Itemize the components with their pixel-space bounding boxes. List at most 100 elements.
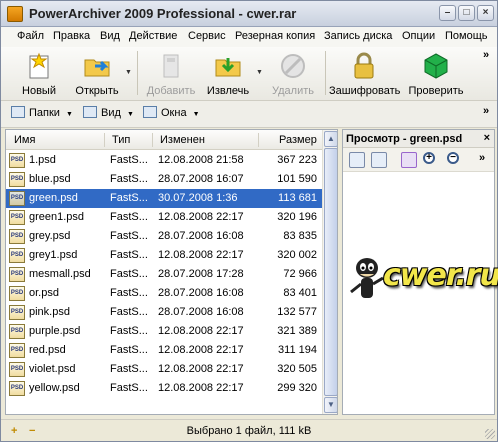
minimize-button[interactable]: – — [439, 5, 456, 21]
open-dropdown-arrow[interactable]: ▼ — [125, 69, 132, 76]
file-type-cell: FastS... — [110, 173, 148, 185]
open-folder-icon — [84, 59, 110, 77]
table-row[interactable]: PSD pink.psd FastS... 28.07.2008 16:08 132 5… — [6, 303, 322, 322]
file-modified-cell: 28.07.2008 16:08 — [158, 230, 244, 242]
preview-close-button[interactable]: × — [484, 132, 490, 144]
file-size-cell: 320 196 — [277, 211, 317, 223]
preview-pane: Просмотр - green.psd × + − » cwer.ru — [342, 129, 498, 415]
app-window: PowerArchiver 2009 Professional - cwer.r… — [0, 0, 498, 442]
file-name-cell: mesmall.psd — [29, 268, 91, 280]
delete-button[interactable]: Удалить — [265, 49, 321, 99]
menu-tools[interactable]: Сервис — [188, 30, 226, 42]
scroll-up-button[interactable]: ▲ — [324, 131, 337, 147]
new-button[interactable]: Новый — [15, 49, 63, 99]
file-size-cell: 72 966 — [283, 268, 317, 280]
toolbar-separator — [137, 51, 138, 95]
menu-file[interactable]: Файл — [17, 30, 44, 42]
column-divider[interactable] — [104, 133, 105, 147]
column-header-name[interactable]: Имя — [14, 134, 35, 146]
psd-file-icon: PSD — [9, 229, 25, 244]
encrypt-button[interactable]: Зашифровать — [329, 49, 401, 99]
menu-action[interactable]: Действие — [129, 30, 177, 42]
table-row[interactable]: PSD grey.psd FastS... 28.07.2008 16:08 83 83… — [6, 227, 322, 246]
zoom-in-icon[interactable]: + — [423, 152, 435, 164]
file-name-cell: green1.psd — [29, 211, 85, 223]
file-name-cell: yellow.psd — [29, 382, 80, 394]
image-properties-icon[interactable] — [349, 152, 365, 168]
verify-label: Проверить — [408, 85, 464, 97]
menu-bar: Файл Правка Вид Действие Сервис Резерная… — [1, 27, 497, 47]
vertical-scrollbar[interactable]: ▲ ▼ — [322, 130, 337, 414]
view-toolbar-overflow-chevron[interactable]: » — [483, 105, 489, 117]
add-button[interactable]: Добавить — [143, 49, 199, 99]
folders-icon — [11, 106, 25, 118]
encrypt-label: Зашифровать — [329, 85, 401, 97]
column-divider[interactable] — [152, 133, 153, 147]
maximize-button[interactable]: □ — [458, 5, 475, 21]
table-row[interactable]: PSD violet.psd FastS... 12.08.2008 22:17 320… — [6, 360, 322, 379]
file-size-cell: 83 835 — [283, 230, 317, 242]
file-modified-cell: 12.08.2008 22:17 — [158, 382, 244, 394]
table-row[interactable]: PSD or.psd FastS... 28.07.2008 16:08 83 401 — [6, 284, 322, 303]
table-row[interactable]: PSD blue.psd FastS... 28.07.2008 16:07 101 5… — [6, 170, 322, 189]
open-button[interactable]: Открыть — [69, 49, 125, 99]
fit-to-window-icon[interactable] — [401, 152, 417, 168]
scroll-down-button[interactable]: ▼ — [324, 397, 337, 413]
windows-label: Окна — [161, 107, 187, 119]
powerarchiver-app-icon[interactable] — [7, 6, 23, 22]
folders-button[interactable]: Папки ▼ — [11, 106, 73, 124]
table-row[interactable]: PSD green.psd FastS... 30.07.2008 1:36 113 6… — [6, 189, 322, 208]
menu-view[interactable]: Вид — [100, 30, 120, 42]
file-modified-cell: 12.08.2008 22:17 — [158, 363, 244, 375]
toolbar-overflow-chevron[interactable]: » — [483, 49, 489, 61]
file-name-cell: purple.psd — [29, 325, 81, 337]
menu-edit[interactable]: Правка — [53, 30, 90, 42]
table-row[interactable]: PSD 1.psd FastS... 12.08.2008 21:58 367 223 — [6, 151, 322, 170]
table-row[interactable]: PSD mesmall.psd FastS... 28.07.2008 17:28 72… — [6, 265, 322, 284]
main-toolbar: Новый Открыть ▼ Добавить Извлечь ▼ Удали… — [1, 47, 497, 101]
menu-backup[interactable]: Резерная копия — [235, 30, 315, 42]
verify-cube-icon — [424, 53, 448, 79]
file-name-cell: grey1.psd — [29, 249, 78, 261]
table-row[interactable]: PSD purple.psd FastS... 12.08.2008 22:17 321… — [6, 322, 322, 341]
zoom-out-icon[interactable]: − — [447, 152, 459, 164]
file-name-cell: red.psd — [29, 344, 66, 356]
table-row[interactable]: PSD yellow.psd FastS... 12.08.2008 22:17 299… — [6, 379, 322, 398]
psd-file-icon: PSD — [9, 362, 25, 377]
open-label: Открыть — [75, 85, 119, 97]
view-dropdown-arrow: ▼ — [126, 111, 134, 118]
table-row[interactable]: PSD green1.psd FastS... 12.08.2008 22:17 320… — [6, 208, 322, 227]
file-modified-cell: 28.07.2008 16:07 — [158, 173, 244, 185]
column-header-modified[interactable]: Изменен — [160, 134, 205, 146]
file-size-cell: 367 223 — [277, 154, 317, 166]
file-modified-cell: 12.08.2008 22:17 — [158, 211, 244, 223]
file-type-cell: FastS... — [110, 192, 148, 204]
close-button[interactable]: × — [477, 5, 494, 21]
menu-options[interactable]: Опции — [402, 30, 435, 42]
preview-toolbar: + − » — [343, 148, 494, 172]
menu-help[interactable]: Помощь — [445, 30, 488, 42]
file-name-cell: pink.psd — [29, 306, 70, 318]
verify-button[interactable]: Проверить — [405, 49, 467, 99]
extract-dropdown-arrow[interactable]: ▼ — [256, 69, 263, 76]
file-modified-cell: 28.07.2008 17:28 — [158, 268, 244, 280]
file-size-cell: 83 401 — [283, 287, 317, 299]
table-row[interactable]: PSD red.psd FastS... 12.08.2008 22:17 311 19… — [6, 341, 322, 360]
view-button[interactable]: Вид ▼ — [83, 106, 134, 124]
menu-burn[interactable]: Запись диска — [324, 30, 392, 42]
psd-file-icon: PSD — [9, 381, 25, 396]
status-bar: + − Выбрано 1 файл, 111 kB — [1, 419, 497, 441]
new-label: Новый — [22, 85, 56, 97]
save-image-icon[interactable] — [371, 152, 387, 168]
delete-label: Удалить — [272, 85, 314, 97]
windows-button[interactable]: Окна ▼ — [143, 106, 200, 124]
extract-button[interactable]: Извлечь — [203, 49, 253, 99]
resize-grip[interactable] — [485, 429, 495, 439]
column-header-type[interactable]: Тип — [112, 134, 130, 146]
scroll-thumb[interactable] — [324, 148, 337, 396]
table-row[interactable]: PSD grey1.psd FastS... 12.08.2008 22:17 320 … — [6, 246, 322, 265]
column-divider[interactable] — [258, 133, 259, 147]
preview-toolbar-overflow-chevron[interactable]: » — [479, 152, 485, 164]
extract-folder-icon — [215, 58, 241, 77]
column-header-size[interactable]: Размер — [279, 134, 317, 146]
